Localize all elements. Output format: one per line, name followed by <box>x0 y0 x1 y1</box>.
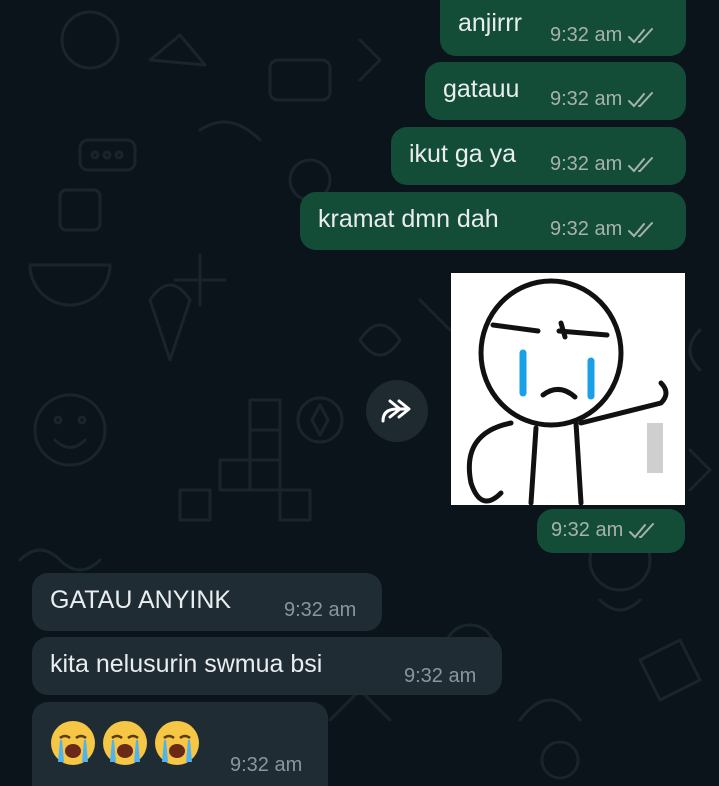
double-check-icon <box>628 221 654 237</box>
outgoing-message[interactable]: ikut ga ya 9:32 am <box>391 127 686 185</box>
crying-stickman-sticker <box>466 278 669 506</box>
message-meta: 9:32 am <box>404 665 476 688</box>
double-check-icon <box>629 522 655 538</box>
forward-button[interactable] <box>366 380 428 442</box>
message-text: GATAU ANYINK <box>50 586 232 614</box>
message-text: gatauu <box>443 75 520 103</box>
message-time: 9:32 am <box>404 665 477 687</box>
message-time: 9:32 am <box>550 88 623 110</box>
loudly-crying-face-icon <box>155 721 199 765</box>
message-meta: 9:32 am <box>230 754 302 777</box>
double-check-icon <box>628 91 654 107</box>
message-text: anjirrr <box>458 9 522 37</box>
message-time: 9:32 am <box>284 599 357 621</box>
message-meta: 9:32 am <box>550 153 657 176</box>
emoji-row <box>48 718 202 768</box>
message-meta: 9:32 am <box>550 88 657 111</box>
outgoing-message[interactable]: kramat dmn dah 9:32 am <box>300 192 686 250</box>
message-time: 9:32 am <box>550 153 623 175</box>
message-text: kramat dmn dah <box>318 205 499 233</box>
message-meta: 9:32 am <box>284 599 356 622</box>
message-time: 9:32 am <box>550 218 623 240</box>
outgoing-message[interactable]: gatauu 9:32 am <box>425 62 686 120</box>
message-meta: 9:32 am <box>550 24 657 47</box>
incoming-message[interactable]: kita nelusurin swmua bsi 9:32 am <box>32 637 502 695</box>
message-meta: 9:32 am <box>550 218 657 241</box>
message-time: 9:32 am <box>550 24 623 46</box>
outgoing-message[interactable]: anjirrr 9:32 am <box>440 0 686 56</box>
sticker-time-bubble: 9:32 am <box>537 509 685 553</box>
message-time: 9:32 am <box>230 754 303 776</box>
forward-icon <box>381 399 411 423</box>
double-check-icon <box>628 156 654 172</box>
loudly-crying-face-icon <box>103 721 147 765</box>
incoming-message[interactable]: 9:32 am <box>32 702 328 786</box>
incoming-message[interactable]: GATAU ANYINK 9:32 am <box>32 573 382 631</box>
double-check-icon <box>628 27 654 43</box>
message-text: kita nelusurin swmua bsi <box>50 650 323 678</box>
sticker-image[interactable] <box>451 273 685 506</box>
message-time: 9:32 am <box>551 519 624 541</box>
message-meta: 9:32 am <box>551 519 658 542</box>
loudly-crying-face-icon <box>51 721 95 765</box>
message-text: ikut ga ya <box>409 140 517 168</box>
